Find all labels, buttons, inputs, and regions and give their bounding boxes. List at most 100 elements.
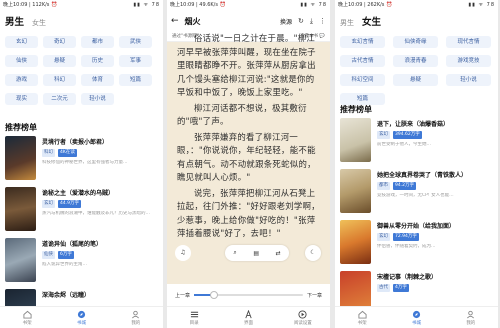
font-icon [245,310,252,319]
phone-screen-male: 晚上10:09 | 112K/s ⏰ ▮▮ ᯤ 78 男生 女生 玄幻 奇幻 都… [0,0,163,328]
category-chip[interactable]: 仙侠奇缘 [393,36,438,48]
autoscroll-icon[interactable]: ▤ [253,250,259,257]
category-chip[interactable]: 轻小说 [446,74,491,86]
root: 晚上10:09 | 112K/s ⏰ ▮▮ ᯤ 78 男生 女生 玄幻 奇幻 都… [0,0,500,328]
user-icon [132,310,140,319]
status-bar: 晚上10:09 | 112K/s ⏰ ▮▮ ᯤ 78 [0,0,163,11]
nav-mine[interactable]: 我的 [109,307,163,328]
section-title: 推荐榜单 [340,105,372,114]
list-item[interactable]: 御兽从零分开始（给我加面） 玄幻 72.94万字 伴侣兽，伴随着契约，成为… [340,220,493,270]
refresh-icon[interactable]: ↻ [298,17,304,25]
category-chip[interactable]: 奇幻 [43,36,76,48]
category-chip[interactable]: 二次元 [43,93,76,105]
category-chip[interactable]: 体育 [81,74,114,86]
phone-screen-female: 晚上10:09 | 262K/s ⏰ ▮▮ ᯤ 78 男生 女生 玄幻言情 仙侠… [335,0,498,328]
night-mode-icon[interactable]: ☾ [305,245,321,261]
count-tag: 44.9万字 [58,200,82,208]
category-chip[interactable]: 古代言情 [340,55,385,67]
paragraph: 说完，张萍萍把柳江河从石凳上拉起，往门外推："好好跟老刘学啊，少惹事，晚上给你做… [177,187,320,239]
book-title: 道诡异仙（狐尾的笔） [42,241,103,248]
nav-read-settings[interactable]: 阅读设置 [276,307,330,328]
paragraph: 张萍萍嫌弃的看了柳江河一眼，："你说说你，年纪轻轻，能不能有点朝气。动不动就跟条… [177,131,316,183]
category-chip[interactable]: 悬疑 [43,55,76,67]
gender-tabs: 男生 女生 [335,11,498,33]
phone-screen-reader: 晚上10:09 | 49.6K/s ⏰ ▮▮ ᯤ 78 ← 烟火 换源 ↻ ⤓ … [167,0,330,328]
nav-label: 我的 [466,321,476,326]
genre-tag: 古代 [377,284,390,292]
category-chip[interactable]: 现实 [5,93,38,105]
genre-tag: 都市 [377,182,390,190]
back-arrow-icon[interactable]: ← [171,16,179,26]
nav-label: 我的 [131,321,141,326]
headphones-icon[interactable]: ♫ [175,245,191,261]
replace-icon[interactable]: ⇄ [276,250,281,257]
book-title: 退下，让朕来（油爆香菇） [377,121,450,128]
category-chip[interactable]: 短篇 [119,74,152,86]
category-chip[interactable]: 历史 [81,55,114,67]
nav-bookstore[interactable]: 书城 [54,307,108,328]
book-cover [340,118,371,162]
category-chip[interactable]: 轻小说 [81,93,114,105]
category-chip[interactable]: 玄幻 [5,36,38,48]
category-chip[interactable]: 军事 [119,55,152,67]
category-chip[interactable]: 武侠 [119,36,152,48]
next-chapter-button[interactable]: 下一章 [307,292,322,299]
category-chip[interactable]: 游戏 [5,74,38,86]
progress-bar: 上一章 下一章 [167,284,330,306]
tab-male[interactable]: 男生 [340,18,354,28]
category-chip[interactable]: 仙侠 [5,55,38,67]
list-item[interactable]: 灵境行者（卖报小郎君） 科幻 4K在读 科技修仙的神秘世界，这里有强者与力量… [5,136,158,186]
book-cover [340,220,371,264]
book-desc: 蒸汽与机械的浪潮中，谁能触及非凡？历史与黑暗的… [42,211,150,216]
nav-mine[interactable]: 我的 [444,307,498,328]
book-desc: 竞技游戏，一时间，无CP! 女人也能… [377,193,454,198]
tab-female[interactable]: 女生 [32,18,46,28]
book-desc: 伴侣兽，伴随着契约，成为… [377,244,436,249]
download-icon[interactable]: ⤓ [310,17,313,26]
paragraph: 俗话说"一日之计在于晨。"柳江河早早被张萍萍叫醒，现在坐在院子里眼睛都睁不开。张… [177,33,316,97]
category-chip[interactable]: 玄幻言情 [340,36,385,48]
progress-knob[interactable] [209,291,218,299]
category-chip[interactable]: 现代言情 [446,36,491,48]
play-circle-icon [298,310,307,319]
tab-female[interactable]: 女生 [362,14,381,28]
category-chip[interactable]: 都市 [81,36,114,48]
change-source-button[interactable]: 换源 [280,17,292,26]
category-chip[interactable]: 游戏竞技 [446,55,491,67]
count-tag: 4K在读 [58,149,77,157]
more-icon[interactable]: ⋮ [319,17,326,25]
list-item[interactable]: 她把全球真界卷哭了（青铁散人） 都市 94.2万字 竞技游戏，一时间，无CP! 女… [340,169,493,219]
book-cover [5,187,36,231]
book-title: 御兽从零分开始（给我加面） [377,223,456,230]
status-left: 晚上10:09 | 49.6K/s ⏰ [170,2,226,8]
count-tag: 6万字 [58,251,74,259]
prev-chapter-button[interactable]: 上一章 [175,292,190,299]
book-title: 烟火 [184,16,201,26]
category-chip[interactable]: 科幻 [43,74,76,86]
tab-male[interactable]: 男生 [5,14,24,28]
progress-track[interactable] [194,291,303,299]
book-cover [340,169,371,213]
count-tag: 94.2万字 [393,182,417,190]
nav-bookstore[interactable]: 书城 [389,307,443,328]
compass-icon [77,310,86,319]
book-desc: 前世受制于他人，今生她… [377,142,431,147]
status-bar: 晚上10:09 | 262K/s ⏰ ▮▮ ᯤ 78 [335,0,498,11]
nav-catalog[interactable]: 目录 [167,307,221,328]
nav-bookshelf[interactable]: 书架 [0,307,54,328]
category-chip[interactable]: 浪漫青春 [393,55,438,67]
category-chip[interactable]: 悬疑 [393,74,438,86]
reader-header: ← 烟火 换源 ↻ ⤓ ⋮ [167,11,330,31]
nav-interface[interactable]: 界面 [221,307,275,328]
list-item[interactable]: 道诡异仙（狐尾的笔） 仙侠 6万字 陷入诡异世界的主角… [5,238,158,288]
category-chip[interactable]: 科幻空间 [340,74,385,86]
home-icon [23,310,32,319]
list-item[interactable]: 退下，让朕来（油爆香菇） 玄幻 394.62万字 前世受制于他人，今生她… [340,118,493,168]
bottom-nav: 书架 书城 我的 [0,306,163,328]
nav-label: 书架 [357,321,367,326]
list-item[interactable]: 诡秘之主（爱潜水的乌贼） 玄幻 44.9万字 蒸汽与机械的浪潮中，谁能触及非凡？历… [5,187,158,237]
nav-bookshelf[interactable]: 书架 [335,307,389,328]
book-title: 宋檀记事（荆棘之歌） [377,274,438,281]
search-icon[interactable]: ⌕ [233,249,236,257]
status-left: 晚上10:09 | 112K/s ⏰ [3,2,58,8]
